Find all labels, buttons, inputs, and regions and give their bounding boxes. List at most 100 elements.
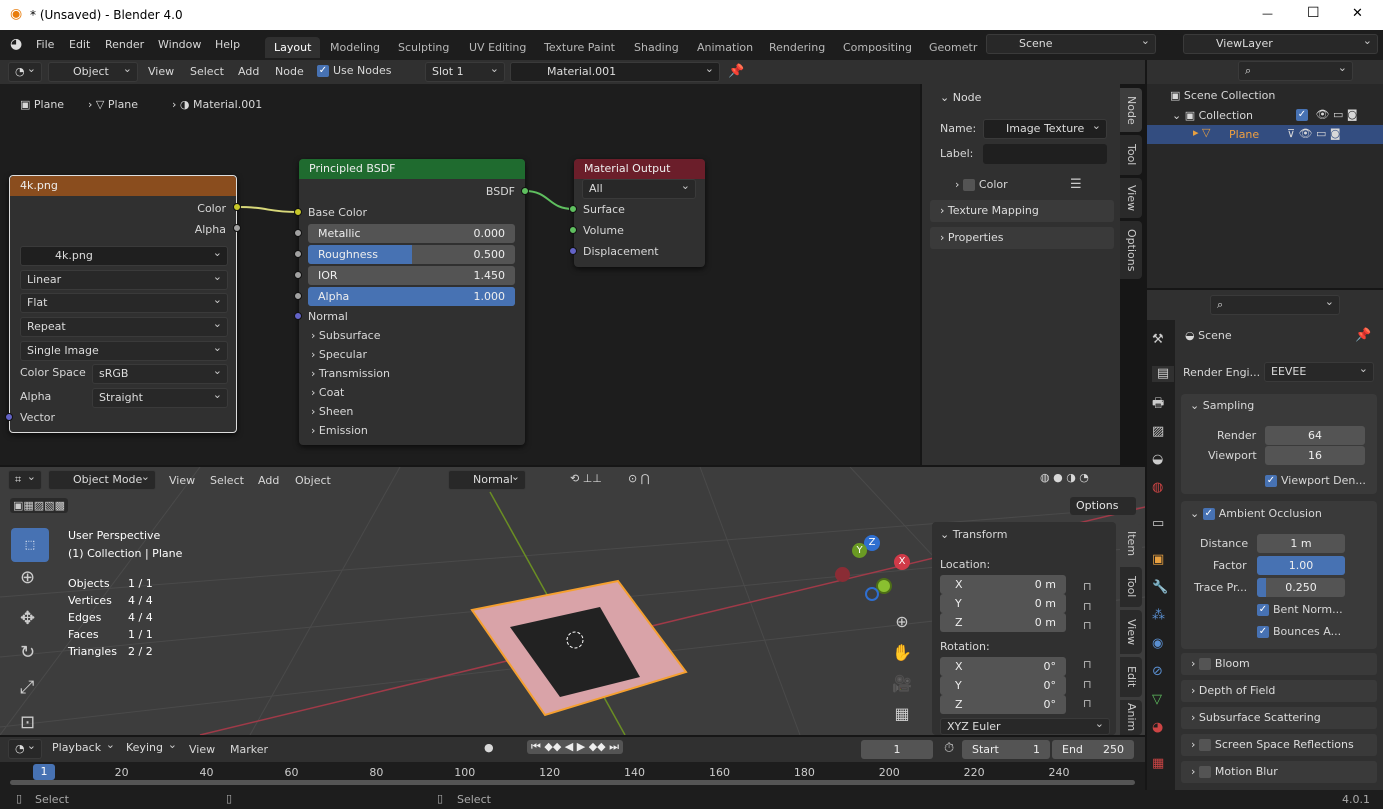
section-coat[interactable]: › Coat (311, 386, 344, 399)
node-header[interactable]: 4k.png (10, 176, 236, 196)
node-label-field[interactable] (983, 144, 1107, 164)
image-selector[interactable]: 4k.png (20, 244, 228, 266)
rotation-x-field[interactable]: X 0° (940, 657, 1066, 676)
section-emission[interactable]: › Emission (311, 424, 368, 437)
properties-panel[interactable]: › Properties (930, 227, 1114, 249)
snap-icon[interactable]: ⟲ ⊥⊥ (570, 472, 602, 485)
physics-tab-icon[interactable]: ◉ (1152, 636, 1163, 652)
constraints-tab-icon[interactable]: ⊘ (1152, 664, 1163, 680)
end-frame-field[interactable]: End 250 (1052, 740, 1134, 759)
navigation-gizmo[interactable]: Z Y X (835, 535, 915, 605)
playback-controls[interactable]: ⏮ ◆◆ ◀ ▶ ◆◆ ⏭ (527, 740, 624, 754)
lock-icons[interactable]: ⊓ ⊓ ⊓ ⊓ ⊓ ⊓ (1083, 577, 1092, 714)
section-transmission[interactable]: › Transmission (311, 367, 390, 380)
transform-header[interactable]: ⌄ Transform (940, 528, 1007, 541)
color-space-dropdown[interactable]: sRGB (92, 362, 228, 384)
section-sheen[interactable]: › Sheen (311, 405, 353, 418)
material-tab-icon[interactable]: ◕ (1152, 720, 1163, 736)
cursor-tool-icon[interactable]: ⊕ (20, 569, 35, 587)
viewport-tab-view[interactable]: View (1120, 610, 1142, 654)
node-color-toggle[interactable]: › Color (955, 178, 1008, 191)
view-layer-selector[interactable]: ViewLayer (1183, 32, 1378, 54)
sampling-header[interactable]: ⌄ Sampling (1190, 399, 1254, 412)
viewport-tab-anim[interactable]: Anim (1120, 700, 1142, 735)
ortho-grid-icon[interactable]: ▦ (892, 706, 912, 722)
world-tab-icon[interactable]: ◍ (1152, 480, 1163, 496)
location-y-field[interactable]: Y0 m (940, 594, 1066, 613)
minimize-button[interactable]: — (1262, 7, 1273, 20)
select-tool-button[interactable]: ⬚ (11, 528, 49, 562)
vector-socket[interactable] (5, 413, 13, 421)
camera-view-icon[interactable]: 🎥 (892, 676, 912, 692)
node-name-field[interactable]: Image Texture (983, 117, 1107, 139)
normal-socket[interactable] (294, 312, 302, 320)
section-subsurface[interactable]: › Subsurface (311, 329, 381, 342)
properties-search[interactable]: ⌕ (1210, 293, 1340, 315)
view-layer-tab-icon[interactable]: ▨ (1152, 424, 1164, 440)
image-texture-node[interactable]: 4k.png Color Alpha 4k.png Linear Flat Re… (9, 175, 237, 433)
viewport-samples-field[interactable]: 16 (1265, 446, 1365, 465)
stopwatch-icon[interactable]: ⏱ (944, 741, 954, 757)
volume-socket[interactable] (569, 226, 577, 234)
bloom-panel[interactable]: › Bloom (1181, 653, 1377, 675)
alpha-socket[interactable] (294, 292, 302, 300)
rotation-y-field[interactable]: Y 0° (940, 676, 1066, 695)
object-mode-dropdown[interactable]: Object Mode (48, 468, 156, 490)
viewport-menu-select[interactable]: Select (210, 474, 244, 487)
ssr-panel[interactable]: › Screen Space Reflections (1181, 734, 1377, 756)
timeline-menu-marker[interactable]: Marker (230, 743, 268, 756)
rotation-z-field[interactable]: Z 0° (940, 695, 1066, 714)
timeline-menu-view[interactable]: View (189, 743, 215, 756)
alpha-field[interactable]: Alpha 1.000 (308, 287, 515, 306)
render-engine-dropdown[interactable]: EEVEE (1264, 360, 1374, 382)
transform-tool-icon[interactable]: ⊡ (20, 714, 35, 732)
location-z-field[interactable]: Z0 m (940, 613, 1066, 632)
bsdf-socket[interactable] (521, 187, 529, 195)
sidebar-tab-options[interactable]: Options (1120, 221, 1142, 279)
collection-tab-icon[interactable]: ▭ (1152, 516, 1164, 532)
proportional-edit-icon[interactable]: ⊙ ⋂ (628, 472, 650, 485)
dof-panel[interactable]: › Depth of Field (1181, 680, 1377, 702)
close-button[interactable]: ✕ (1352, 6, 1363, 21)
extension-dropdown[interactable]: Repeat (20, 315, 228, 337)
viewport-denoise-checkbox[interactable]: ✓ Viewport Den... (1265, 474, 1366, 487)
material-output-node[interactable]: Material Output All Surface Volume Displ… (574, 159, 705, 267)
zoom-icon[interactable]: ⊕ (892, 614, 912, 630)
viewport-menu-view[interactable]: View (169, 474, 195, 487)
outliner-collection[interactable]: ⌄ ▣ Collection (1172, 109, 1253, 122)
render-tab-icon[interactable]: ▤ (1152, 366, 1174, 382)
viewport-tab-tool[interactable]: Tool (1120, 567, 1142, 607)
base-color-socket[interactable] (294, 208, 302, 216)
tab-geometry[interactable]: Geometr (920, 37, 982, 58)
options-button[interactable]: Options (1070, 497, 1136, 515)
roughness-field[interactable]: Roughness 0.500 (308, 245, 515, 264)
principled-bsdf-node[interactable]: Principled BSDF BSDF Base Color Metallic… (299, 159, 525, 445)
data-tab-icon[interactable]: ▽ (1152, 692, 1162, 708)
transform-orientation-dropdown[interactable]: Normal (448, 468, 526, 490)
rotate-tool-icon[interactable]: ↻ (20, 644, 35, 662)
source-dropdown[interactable]: Single Image (20, 339, 228, 361)
move-tool-icon[interactable]: ✥ (20, 610, 35, 628)
viewport-menu-object[interactable]: Object (295, 474, 331, 487)
select-mode-buttons[interactable]: ▣▦▨▧▩ (10, 498, 68, 513)
ior-field[interactable]: IOR 1.450 (308, 266, 515, 285)
viewport-tab-item[interactable]: Item (1120, 524, 1142, 564)
object-visibility-icons[interactable]: ⊽ 👁 ▭ ◙ (1287, 127, 1341, 140)
playhead[interactable]: 1 (33, 764, 55, 780)
list-icon[interactable]: ☰ (1070, 177, 1082, 193)
tool-tab-icon[interactable]: ⚒ (1152, 332, 1164, 348)
scene-selector[interactable]: Scene (986, 32, 1156, 54)
modifier-tab-icon[interactable]: 🔧 (1152, 580, 1168, 596)
viewport-menu-add[interactable]: Add (258, 474, 279, 487)
output-tab-icon[interactable]: 🖶 (1152, 396, 1164, 412)
sidebar-tab-node[interactable]: Node (1120, 88, 1142, 132)
record-button[interactable]: ● (484, 741, 494, 754)
shading-mode-buttons[interactable]: ◍ ● ◑ ◔ (1040, 471, 1089, 484)
node-panel-header[interactable]: ⌄ Node (930, 87, 1114, 109)
motion-blur-panel[interactable]: › Motion Blur (1181, 761, 1377, 783)
factor-field[interactable]: 1.00 (1257, 556, 1345, 575)
scale-tool-icon[interactable]: ⤢ (20, 679, 34, 697)
target-dropdown[interactable]: All (582, 177, 696, 199)
texture-tab-icon[interactable]: ▦ (1152, 756, 1164, 772)
pin-icon[interactable]: 📌 (1355, 328, 1371, 344)
